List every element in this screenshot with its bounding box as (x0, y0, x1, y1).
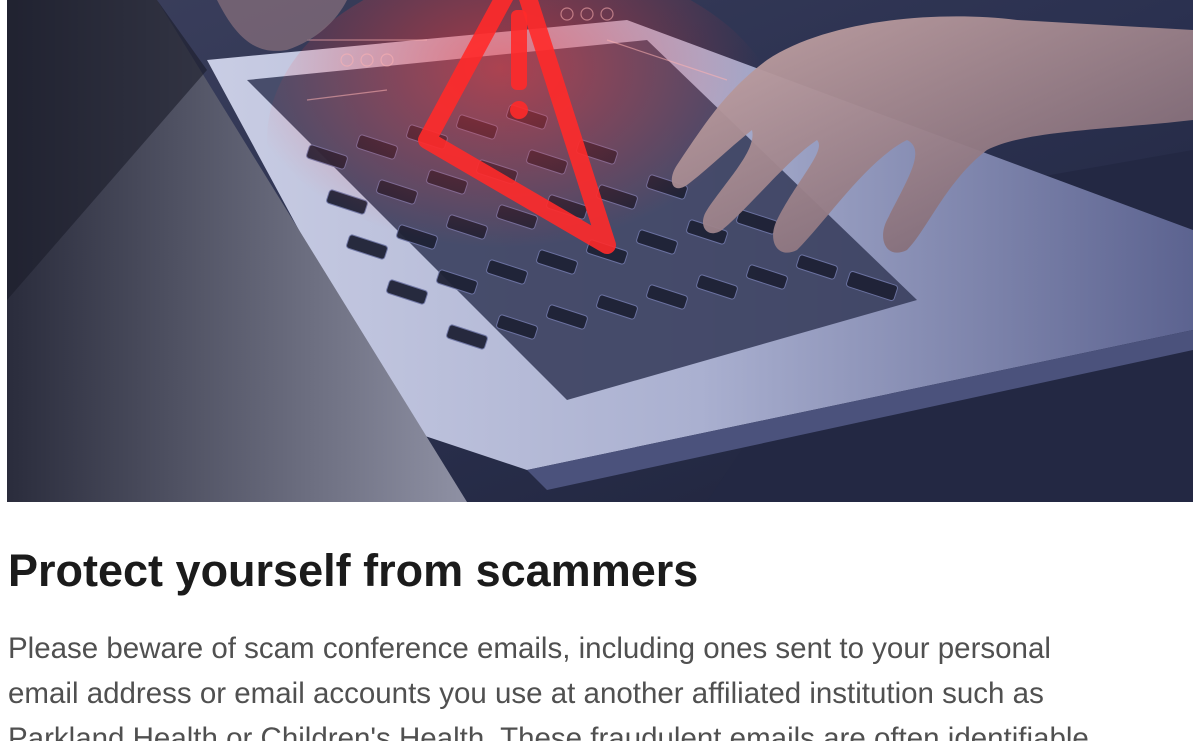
hero-image (7, 0, 1193, 502)
article-line: email address or email accounts you use … (8, 677, 1044, 710)
article-line: Parkland Health or Children's Health. Th… (8, 722, 1089, 741)
laptop-scam-illustration (7, 0, 1193, 502)
article-line: Please beware of scam conference emails,… (8, 632, 1051, 665)
article-body: Please beware of scam conference emails,… (8, 626, 1193, 741)
page-title: Protect yourself from scammers (8, 545, 699, 596)
